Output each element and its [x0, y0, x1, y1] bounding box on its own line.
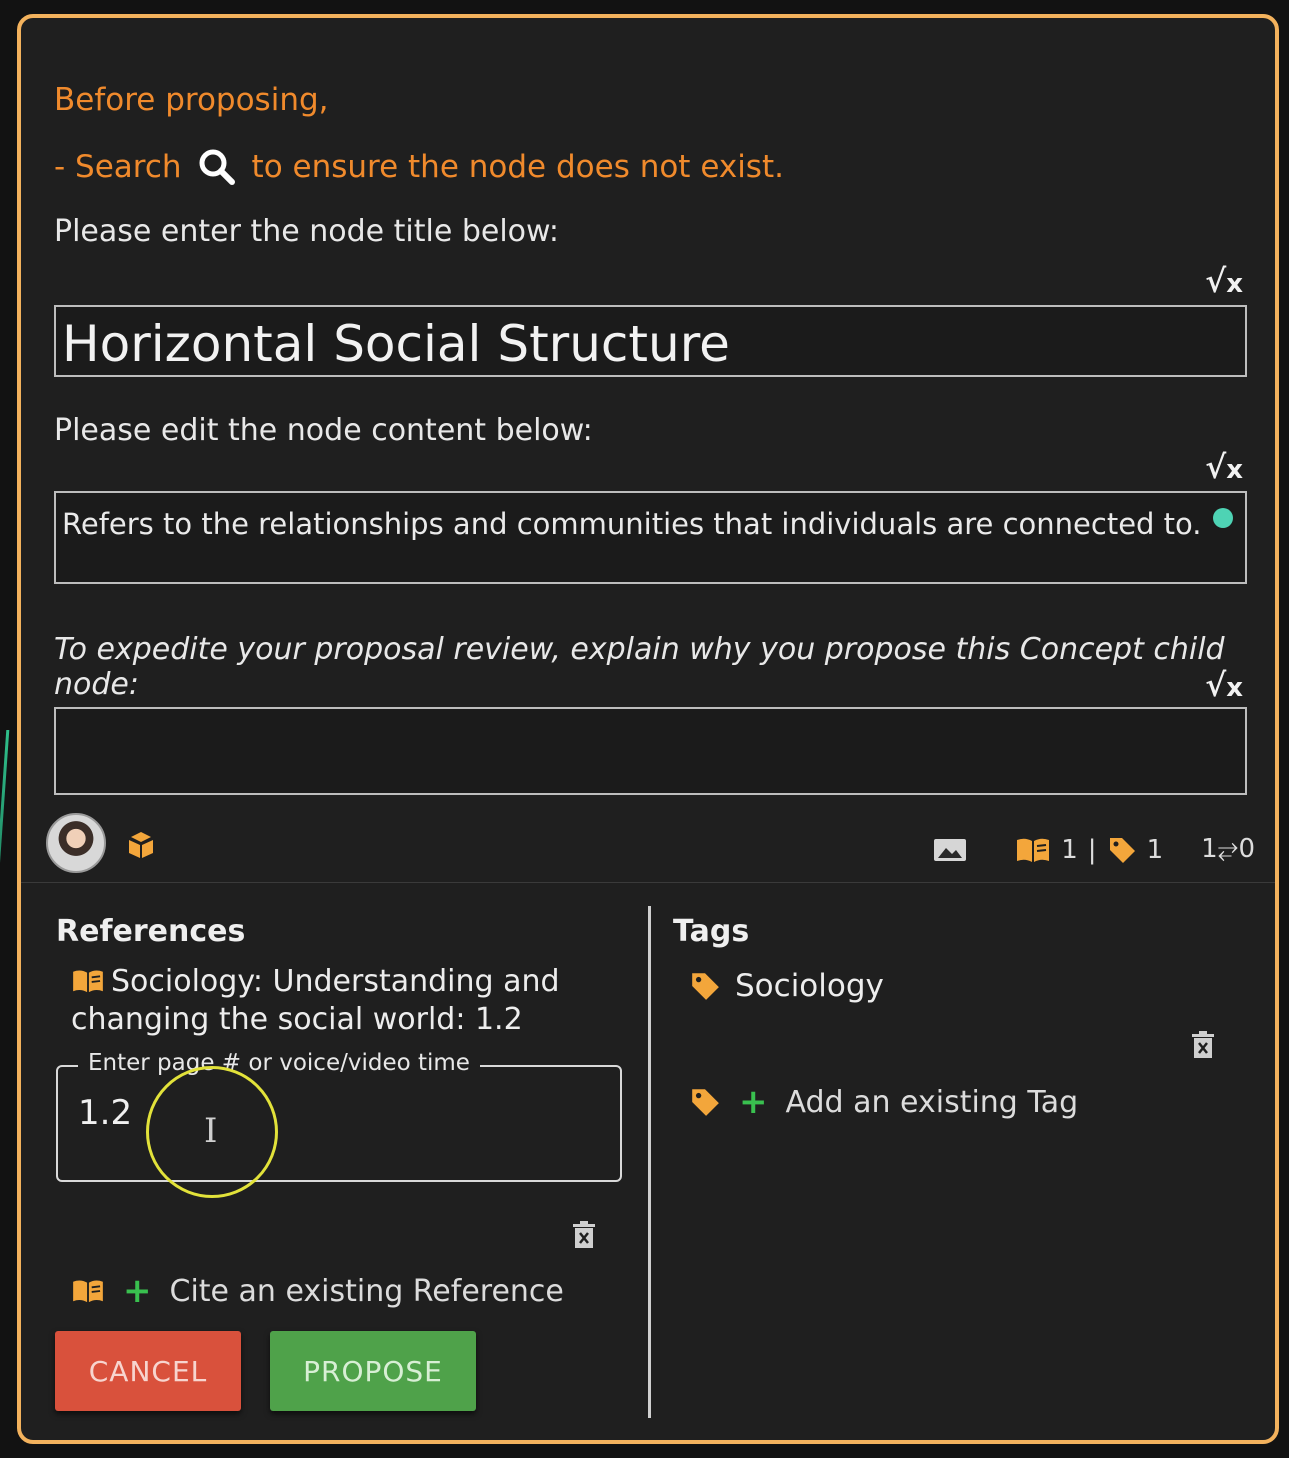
- title-input[interactable]: Horizontal Social Structure: [54, 305, 1247, 377]
- math-editor-x: x: [1226, 455, 1243, 485]
- search-icon[interactable]: [196, 146, 238, 188]
- tag-icon: [689, 970, 721, 1002]
- trash-icon[interactable]: [1191, 1031, 1215, 1059]
- notice-line-2: - Search to ensure the node does not exi…: [54, 146, 784, 188]
- tag-icon: [689, 1086, 721, 1118]
- math-editor-x: x: [1226, 673, 1243, 703]
- reference-title: Sociology: Understanding and changing th…: [71, 964, 560, 1037]
- add-icon: +: [123, 1271, 152, 1311]
- links-count: 1⥂0: [1201, 834, 1255, 864]
- node-stats: 1 | 1 1⥂0: [933, 834, 1255, 865]
- reference-icon: [1015, 836, 1051, 864]
- math-editor-x: x: [1226, 269, 1243, 299]
- notice-search-suffix: to ensure the node does not exist.: [251, 149, 784, 185]
- title-label: Please enter the node title below:: [54, 214, 560, 249]
- stats-separator: |: [1087, 834, 1097, 865]
- title-input-value: Horizontal Social Structure: [62, 315, 730, 373]
- cite-reference-label: Cite an existing Reference: [169, 1273, 564, 1309]
- column-divider: [648, 906, 651, 1418]
- content-text: Refers to the relationships and communit…: [62, 507, 1202, 541]
- page-number-field[interactable]: Enter page # or voice/video time: [56, 1050, 622, 1182]
- add-icon: +: [739, 1082, 768, 1122]
- notice-line-1: Before proposing,: [54, 82, 329, 118]
- tags-count: 1: [1146, 834, 1164, 865]
- propose-button[interactable]: PROPOSE: [270, 1331, 476, 1411]
- reason-label: To expedite your proposal review, explai…: [54, 632, 1225, 702]
- image-icon[interactable]: [933, 836, 967, 864]
- add-tag-label: Add an existing Tag: [785, 1084, 1079, 1120]
- content-input-value: Refers to the relationships and communit…: [62, 507, 1234, 541]
- reference-icon: [71, 1278, 105, 1304]
- math-editor-icon[interactable]: √x: [1205, 448, 1243, 486]
- tag-label: Sociology: [735, 968, 884, 1004]
- page-number-legend: Enter page # or voice/video time: [78, 1050, 480, 1076]
- cite-reference-row[interactable]: + Cite an existing Reference: [71, 1271, 564, 1311]
- text-cursor-icon: I: [204, 1111, 218, 1151]
- reference-item[interactable]: Sociology: Understanding and changing th…: [71, 963, 591, 1039]
- trash-icon[interactable]: [572, 1221, 596, 1249]
- references-count: 1: [1061, 834, 1078, 865]
- tag-icon: [1107, 835, 1137, 865]
- math-editor-icon[interactable]: √x: [1205, 262, 1243, 300]
- cursor-dot-icon: [1213, 508, 1234, 528]
- reason-input[interactable]: [54, 707, 1247, 795]
- avatar[interactable]: [46, 813, 106, 873]
- tag-item[interactable]: Sociology: [689, 968, 884, 1004]
- content-input[interactable]: Refers to the relationships and communit…: [54, 491, 1247, 584]
- math-editor-icon[interactable]: √x: [1205, 666, 1243, 704]
- tags-heading: Tags: [673, 914, 750, 949]
- content-label: Please edit the node content below:: [54, 413, 593, 448]
- proposal-icon: [126, 830, 156, 860]
- reference-icon: [71, 968, 105, 994]
- proposal-card: Before proposing, - Search to ensure the…: [17, 14, 1279, 1444]
- add-tag-row[interactable]: + Add an existing Tag: [689, 1082, 1078, 1122]
- section-divider: [21, 882, 1275, 883]
- notice-search-prefix: - Search: [54, 149, 182, 185]
- cancel-button[interactable]: CANCEL: [55, 1331, 241, 1411]
- references-heading: References: [56, 914, 246, 949]
- background-edge-link: [0, 730, 10, 910]
